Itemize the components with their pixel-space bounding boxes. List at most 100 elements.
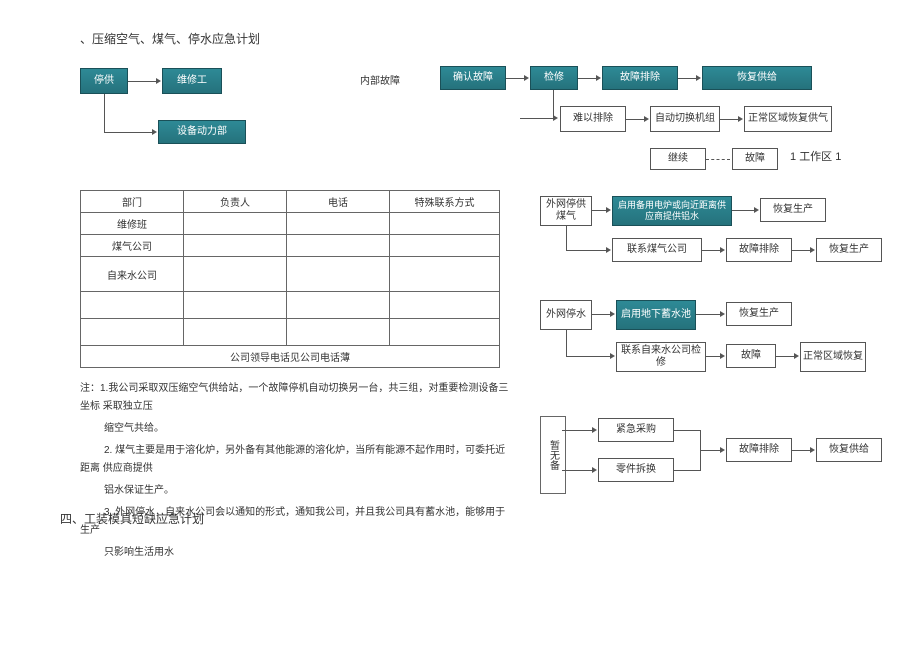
arrow-icon xyxy=(592,467,597,473)
cell xyxy=(81,292,184,319)
conn xyxy=(562,470,592,471)
box-gas-fault-remove: 故障排除 xyxy=(726,238,792,262)
cell: 自来水公司 xyxy=(81,257,184,292)
arrow-icon xyxy=(696,75,701,81)
box-fault-remove: 故障排除 xyxy=(602,66,678,90)
cell: 维修班 xyxy=(81,213,184,235)
conn xyxy=(566,250,606,251)
box-water-fault: 故障 xyxy=(726,344,776,368)
box-contact-water: 联系自来水公司检修 xyxy=(616,342,706,372)
arrow-icon xyxy=(738,116,743,122)
conn xyxy=(732,210,754,211)
conn xyxy=(104,132,152,133)
box-no-spare: 暂无备 xyxy=(540,416,566,494)
box-restore-prod: 恢复生产 xyxy=(760,198,826,222)
box-part-remove: 零件拆换 xyxy=(598,458,674,482)
conn xyxy=(566,356,610,357)
arrow-icon xyxy=(610,353,615,359)
conn xyxy=(592,210,606,211)
box-confirm-fault: 确认故障 xyxy=(440,66,506,90)
arrow-icon xyxy=(810,447,815,453)
cell xyxy=(81,319,184,346)
arrow-icon xyxy=(644,116,649,122)
conn xyxy=(506,78,524,79)
conn xyxy=(776,356,794,357)
box-emergency-buy: 紧急采购 xyxy=(598,418,674,442)
box-supply-stop: 停供 xyxy=(80,68,128,94)
arrow-icon xyxy=(810,247,815,253)
box-hard-remove: 难以排除 xyxy=(560,106,626,132)
note-3b: 只影响生活用水 xyxy=(80,544,510,562)
box-pool: 启用地下蓄水池 xyxy=(616,300,696,330)
main-title: 、压缩空气、煤气、停水应急计划 xyxy=(80,30,260,47)
arrow-icon xyxy=(754,207,759,213)
conn xyxy=(700,450,720,451)
table-row xyxy=(81,292,500,319)
page-root: 、压缩空气、煤气、停水应急计划 停供 维修工 设备动力部 内部故障 确认故障 检… xyxy=(0,0,920,650)
box-repair: 检修 xyxy=(530,66,578,90)
arrow-icon xyxy=(156,78,161,84)
th-leader: 负责人 xyxy=(184,191,287,213)
th-special: 特殊联系方式 xyxy=(390,191,500,213)
arrow-icon xyxy=(596,75,601,81)
note-2: 2. 煤气主要是用于溶化炉，另外备有其他能源的溶化炉，当所有能源不起作用时，可委… xyxy=(80,442,510,478)
conn xyxy=(520,118,553,119)
section4-title: 四、工装模具短缺应急计划 xyxy=(60,510,204,527)
arrow-icon xyxy=(553,115,558,121)
th-phone: 电话 xyxy=(287,191,390,213)
conn xyxy=(578,78,596,79)
box-ext-water: 外网停水 xyxy=(540,300,592,330)
table-row xyxy=(81,319,500,346)
arrow-icon xyxy=(720,247,725,253)
box-continue: 继续 xyxy=(650,148,706,170)
box-auto-switch: 自动切换机组 xyxy=(650,106,720,132)
conn-dash xyxy=(706,159,730,161)
arrow-icon xyxy=(592,427,597,433)
conn xyxy=(702,250,720,251)
label-internal-fault: 内部故障 xyxy=(360,72,410,87)
conn xyxy=(128,81,156,82)
box-fault: 故障 xyxy=(732,148,778,170)
table-row: 煤气公司 xyxy=(81,235,500,257)
arrow-icon xyxy=(610,311,615,317)
conn xyxy=(720,119,738,120)
box-spare-restore: 恢复供给 xyxy=(816,438,882,462)
arrow-icon xyxy=(524,75,529,81)
table-row: 公司领导电话见公司电话薄 xyxy=(81,346,500,368)
arrow-icon xyxy=(720,447,725,453)
box-restore-supply: 恢复供给 xyxy=(702,66,812,90)
conn xyxy=(104,94,105,132)
th-dept: 部门 xyxy=(81,191,184,213)
table-row: 自来水公司 xyxy=(81,257,500,292)
conn xyxy=(626,119,644,120)
box-spare-fault-remove: 故障排除 xyxy=(726,438,792,462)
box-water-restore: 恢复生产 xyxy=(726,302,792,326)
conn xyxy=(792,450,810,451)
conn xyxy=(674,470,700,471)
arrow-icon xyxy=(152,129,157,135)
conn xyxy=(566,226,567,250)
table-row: 维修班 xyxy=(81,213,500,235)
box-ext-gas: 外网停供煤气 xyxy=(540,196,592,226)
box-maintenance: 维修工 xyxy=(162,68,222,94)
box-equip-power: 设备动力部 xyxy=(158,120,246,144)
conn xyxy=(566,330,567,356)
conn xyxy=(553,90,554,118)
cell-footnote: 公司领导电话见公司电话薄 xyxy=(81,346,500,368)
table-row: 部门 负责人 电话 特殊联系方式 xyxy=(81,191,500,213)
note-1b: 缩空气共给。 xyxy=(80,420,510,438)
label-gbz: 1 工作区 1 xyxy=(790,148,841,164)
conn xyxy=(674,430,700,431)
conn xyxy=(592,314,610,315)
cell: 煤气公司 xyxy=(81,235,184,257)
conn xyxy=(562,430,592,431)
arrow-icon xyxy=(794,353,799,359)
box-restore-prod2: 恢复生产 xyxy=(816,238,882,262)
conn xyxy=(678,78,696,79)
box-backup-furnace: 启用备用电炉或向近距离供应商提供铝水 xyxy=(612,196,732,226)
box-contact-gas: 联系煤气公司 xyxy=(612,238,702,262)
note-1: 注：1.我公司采取双压缩空气供给站，一个故障停机自动切换另一台，共三组，对重要检… xyxy=(80,380,510,416)
conn xyxy=(696,314,720,315)
arrow-icon xyxy=(606,207,611,213)
conn xyxy=(706,356,720,357)
